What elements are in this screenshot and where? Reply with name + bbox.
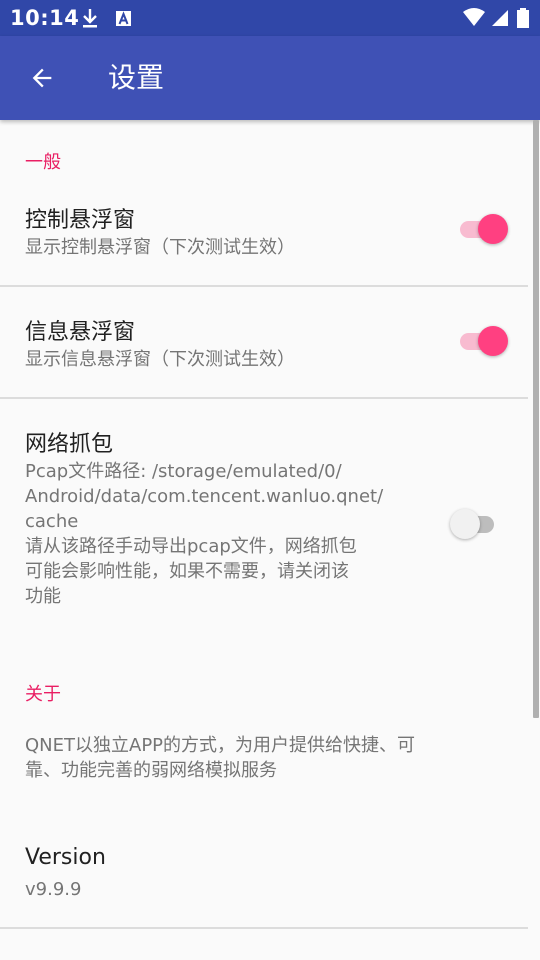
- packet-capture-switch[interactable]: [450, 506, 502, 542]
- text-a-icon: [114, 7, 134, 29]
- arrow-left-icon: [32, 68, 52, 88]
- settings-list[interactable]: 一般 控制悬浮窗 显示控制悬浮窗（下次测试生效） 信息悬浮窗 显示信息悬浮窗（下…: [0, 120, 540, 960]
- switch-thumb: [478, 326, 508, 356]
- pref-summary: Pcap文件路径: /storage/emulated/0/ Android/d…: [25, 461, 384, 607]
- status-time: 10:14: [10, 6, 80, 30]
- category-general: 一般: [25, 152, 61, 173]
- category-about: 关于: [25, 684, 61, 705]
- pref-title: 信息悬浮窗: [25, 320, 136, 345]
- switch-thumb: [478, 214, 508, 244]
- divider: [0, 285, 528, 287]
- pref-title: 控制悬浮窗: [25, 208, 136, 233]
- scrollbar[interactable]: [533, 120, 539, 718]
- signal-icon: [490, 7, 510, 29]
- floating-control-switch[interactable]: [458, 211, 510, 247]
- pref-summary: 显示控制悬浮窗（下次测试生效）: [25, 237, 295, 258]
- back-button[interactable]: [18, 54, 66, 102]
- divider: [0, 397, 528, 399]
- wifi-icon: [462, 7, 486, 29]
- divider: [0, 927, 528, 929]
- switch-thumb: [450, 509, 480, 539]
- status-bar: 10:14: [0, 0, 540, 36]
- app-bar: 设置: [0, 36, 540, 120]
- page-title: 设置: [108, 61, 165, 94]
- download-icon: [80, 7, 100, 29]
- floating-info-switch[interactable]: [458, 323, 510, 359]
- version-value: v9.9.9: [25, 879, 82, 900]
- pref-summary: 显示信息悬浮窗（下次测试生效）: [25, 349, 295, 370]
- about-description: QNET以独立APP的方式，为用户提供给快捷、可 靠、功能完善的弱网络模拟服务: [25, 735, 416, 781]
- version-title: Version: [25, 845, 106, 870]
- battery-icon: [516, 7, 530, 29]
- pref-title: 网络抓包: [25, 432, 114, 457]
